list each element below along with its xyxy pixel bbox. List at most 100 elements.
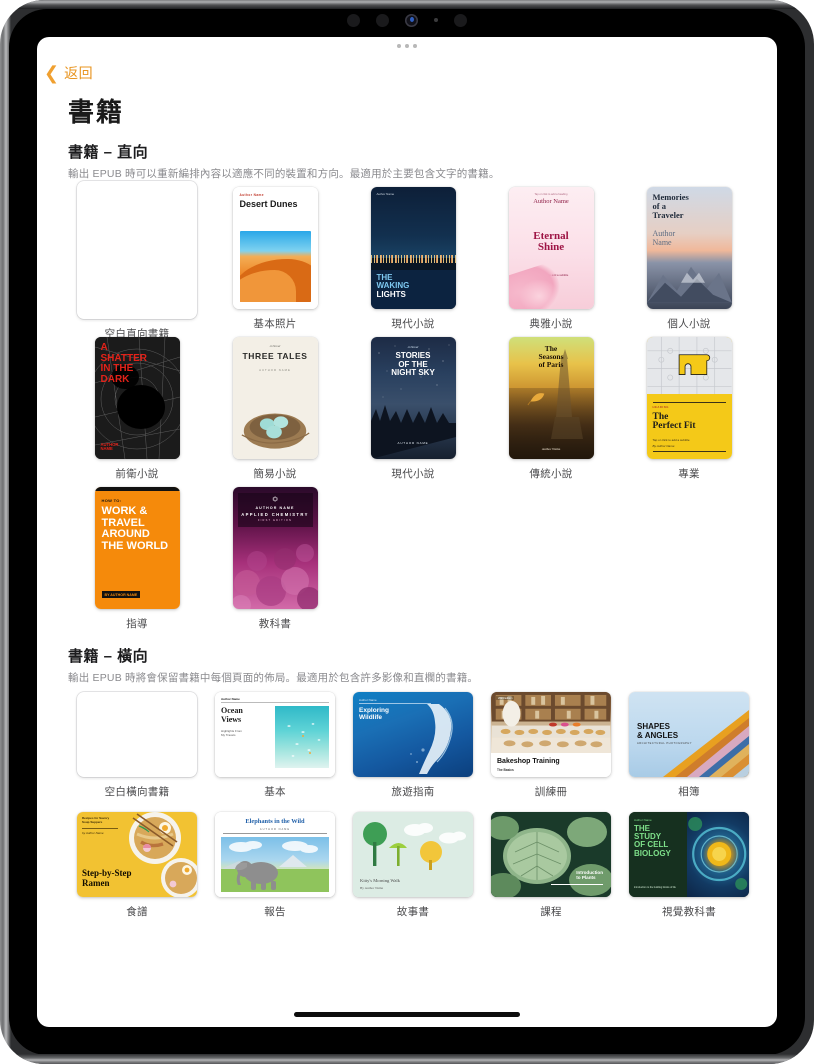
camera-array [337, 9, 477, 31]
template-card-label: 現代小說 [391, 468, 435, 480]
section-heading: 書籍 – 直向 [68, 144, 149, 161]
template-card-label: 旅遊指南 [391, 786, 435, 798]
section-subheading: 輸出 EPUB 時可以重新編排內容以適應不同的裝置和方向。最適用於主要包含文字的… [68, 168, 500, 180]
template-thumbnail: The Seasons of Paris Author Name [508, 331, 594, 459]
device-bottom-edge [0, 1054, 814, 1064]
template-thumbnail: ⏣ AUTHOR NAME APPLIED CHEMISTRY FIRST ED… [232, 481, 318, 609]
template-card-label: 現代小說 [391, 318, 435, 330]
blank-template-thumbnail [77, 181, 197, 319]
template-grid-landscape: 空白橫向書籍 Author Name Ocean Views Highlights… [68, 685, 758, 925]
template-thumbnail: Tap or click to add a heading Author Nam… [508, 181, 594, 309]
blank-template-thumbnail [77, 692, 197, 777]
home-indicator[interactable] [294, 1012, 520, 1017]
book-cover-art: Author Name THE STUDY OF CELL BIOLOGY Intro… [629, 812, 749, 897]
template-card-portrait[interactable]: Author Name THE WAKING LIGHTS 現代小說 [344, 181, 482, 331]
section-heading: 書籍 – 橫向 [68, 648, 149, 665]
book-cover-art: The Seasons of Paris Author Name [508, 337, 594, 459]
template-card-label: 空白橫向書籍 [104, 786, 170, 798]
template-card-label: 個人小說 [667, 318, 711, 330]
book-cover-art: Author Name Desert Dunes [232, 187, 318, 309]
template-card-label: 故事書 [396, 906, 430, 918]
template-thumbnail: HOW TO: WORK & TRAVEL AROUND THE WORLD BY A… [94, 481, 180, 609]
back-button-label: 返回 [64, 65, 94, 81]
section-books-portrait: 書籍 – 直向 輸出 EPUB 時可以重新編排內容以適應不同的裝置和方向。最適用… [68, 141, 758, 631]
template-card-landscape[interactable]: Introduction to Plants 課程 [482, 805, 620, 925]
back-button[interactable]: ❮ 返回 [44, 63, 93, 83]
template-thumbnail: Elephants in the Wild AUTHOR NAME [215, 805, 335, 897]
book-cover-art: Tap or click to add a heading Author Nam… [508, 187, 594, 309]
template-thumbnail: Author Name Ocean Views Highlights From My… [215, 685, 335, 777]
template-card-label: 典雅小說 [529, 318, 573, 330]
template-card-portrait[interactable]: 空白直向書籍 [68, 181, 206, 340]
template-card-label: 前衛小說 [115, 468, 159, 480]
template-card-portrait[interactable]: ⏣ AUTHOR NAME APPLIED CHEMISTRY FIRST ED… [206, 481, 344, 631]
template-card-landscape[interactable]: Author Name THE STUDY OF CELL BIOLOGY Intro… [620, 805, 758, 925]
template-card-landscape[interactable]: Author Name Ocean Views Highlights From My… [206, 685, 344, 805]
window-grabber-icon[interactable] [397, 44, 417, 48]
template-card-label: 指導 [126, 618, 148, 630]
template-thumbnail: 2024 Edition Bakeshop Training The Basic… [491, 685, 611, 777]
template-thumbnail: Memories of a Traveler Author Name [646, 181, 732, 309]
template-card-portrait[interactable]: HEADING The Perfect Fit Tap or click to a… [620, 331, 758, 481]
template-card-label: 教科書 [258, 618, 292, 630]
book-cover-art: SHAPES & ANGLES ARCHITECTURAL PHOTOGRAPHY [629, 692, 749, 777]
tablet-device-frame: ❮ 返回 書籍 書籍 – 直向 輸出 EPUB 時可以重新編排內容以適應不同的裝… [0, 0, 814, 1064]
section-books-landscape: 書籍 – 橫向 輸出 EPUB 時將會保留書籍中每個頁面的佈局。最適用於包含許多… [68, 645, 758, 925]
camera-lens-blue-icon [405, 13, 418, 27]
template-thumbnail: Author Name Exploring Wildlife [353, 685, 473, 777]
template-card-landscape[interactable]: 空白橫向書籍 [68, 685, 206, 805]
book-cover-art: Author Name Exploring Wildlife [353, 692, 473, 777]
book-cover-art: Recipes for Savory Soup Suppers by Author… [77, 812, 197, 897]
template-card-label: 簡易小說 [253, 468, 297, 480]
template-card-landscape[interactable]: 2024 Edition Bakeshop Training The Basic… [482, 685, 620, 805]
template-card-portrait[interactable]: A SHATTER IN THE DARK AUTHOR NAME 前衛小說 [68, 331, 206, 481]
template-card-landscape[interactable]: Kitty's Morning Walk By Author Name 故事書 [344, 805, 482, 925]
template-card-landscape[interactable]: Elephants in the Wild AUTHOR NAME 報告 [206, 805, 344, 925]
template-card-portrait[interactable]: Memories of a Traveler Author Name 個人小說 [620, 181, 758, 331]
template-thumbnail [77, 685, 197, 777]
template-card-landscape[interactable]: Author Name Exploring Wildlife 旅遊指南 [344, 685, 482, 805]
template-thumbnail [77, 181, 197, 319]
book-cover-art: HEADING The Perfect Fit Tap or click to a… [646, 337, 732, 459]
book-cover-art: HOW TO: WORK & TRAVEL AROUND THE WORLD BY A… [94, 487, 180, 609]
book-cover-art: Introduction to Plants [491, 812, 611, 897]
template-thumbnail: A SHATTER IN THE DARK AUTHOR NAME [94, 331, 180, 459]
template-card-portrait[interactable]: A Novel STORIES OF THE NIGHT SKY AUTHOR NA… [344, 331, 482, 481]
template-card-portrait[interactable]: A Novel THREE TALES AUTHOR NAME 簡易小說 [206, 331, 344, 481]
template-thumbnail: A Novel THREE TALES AUTHOR NAME [232, 331, 318, 459]
template-card-portrait[interactable]: HOW TO: WORK & TRAVEL AROUND THE WORLD BY A… [68, 481, 206, 631]
device-top-edge [0, 0, 814, 9]
tablet-screen: ❮ 返回 書籍 書籍 – 直向 輸出 EPUB 時可以重新編排內容以適應不同的裝… [37, 37, 777, 1027]
book-cover-art: 2024 Edition Bakeshop Training The Basic… [491, 692, 611, 777]
book-cover-art: A SHATTER IN THE DARK AUTHOR NAME [94, 337, 180, 459]
template-thumbnail: Recipes for Savory Soup Suppers by Author… [77, 805, 197, 897]
camera-lens-icon [454, 13, 467, 27]
template-card-landscape[interactable]: Recipes for Savory Soup Suppers by Author… [68, 805, 206, 925]
template-thumbnail: A Novel STORIES OF THE NIGHT SKY AUTHOR NA… [370, 331, 456, 459]
template-card-portrait[interactable]: The Seasons of Paris Author Name 傳統小說 [482, 331, 620, 481]
book-cover-art: A Novel STORIES OF THE NIGHT SKY AUTHOR NA… [370, 337, 456, 459]
camera-lens-icon [376, 13, 389, 27]
template-grid-portrait: 空白直向書籍 Author Name Desert Dunes 基本照片 Aut… [68, 181, 758, 631]
template-card-label: 基本照片 [253, 318, 297, 330]
template-thumbnail: HEADING The Perfect Fit Tap or click to a… [646, 331, 732, 459]
book-cover-art: Memories of a Traveler Author Name [646, 187, 732, 309]
template-card-label: 課程 [540, 906, 562, 918]
template-card-label: 報告 [264, 906, 286, 918]
template-thumbnail: Author Name THE WAKING LIGHTS [370, 181, 456, 309]
template-card-label: 視覺教科書 [662, 906, 716, 918]
section-subheading: 輸出 EPUB 時將會保留書籍中每個頁面的佈局。最適用於包含許多影像和直欄的書籍… [68, 672, 479, 684]
book-cover-art: Kitty's Morning Walk By Author Name [353, 812, 473, 897]
template-card-label: 相簿 [678, 786, 700, 798]
template-card-landscape[interactable]: SHAPES & ANGLES ARCHITECTURAL PHOTOGRAPHY… [620, 685, 758, 805]
template-card-portrait[interactable]: Tap or click to add a heading Author Nam… [482, 181, 620, 331]
template-card-label: 訓練冊 [534, 786, 568, 798]
template-thumbnail: Kitty's Morning Walk By Author Name [353, 805, 473, 897]
book-cover-art: Author Name Ocean Views Highlights From My… [215, 692, 335, 777]
book-cover-art: ⏣ AUTHOR NAME APPLIED CHEMISTRY FIRST ED… [232, 487, 318, 609]
template-thumbnail: SHAPES & ANGLES ARCHITECTURAL PHOTOGRAPHY [629, 685, 749, 777]
template-card-portrait[interactable]: Author Name Desert Dunes 基本照片 [206, 181, 344, 331]
chevron-left-icon: ❮ [44, 63, 60, 83]
ambient-sensor-dot-icon [434, 18, 438, 22]
template-thumbnail: Author Name THE STUDY OF CELL BIOLOGY Intro… [629, 805, 749, 897]
